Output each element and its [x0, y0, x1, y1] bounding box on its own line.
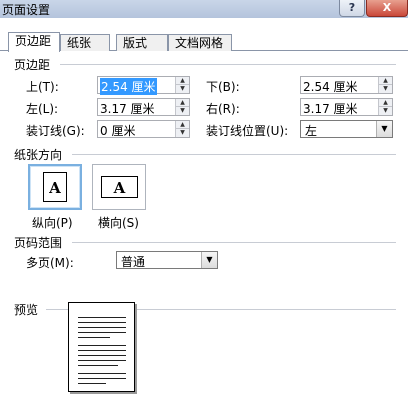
- bottom-margin-label: 下(B):: [206, 80, 240, 94]
- gutter-value: 0 厘米: [100, 124, 136, 138]
- bottom-margin-field[interactable]: 2.54 厘米 ▲ ▼: [300, 76, 393, 94]
- spin-arrows-icon[interactable]: ▲ ▼: [378, 77, 392, 93]
- right-margin-value: 3.17 厘米: [303, 102, 358, 116]
- preview-page: [68, 302, 135, 392]
- spin-arrows-icon[interactable]: ▲ ▼: [175, 77, 189, 93]
- spin-arrows-icon[interactable]: ▲ ▼: [175, 121, 189, 137]
- landscape-page-icon: A: [101, 176, 138, 198]
- gutter-field[interactable]: 0 厘米 ▲ ▼: [97, 120, 190, 138]
- top-margin-field[interactable]: 2.54 厘米 ▲ ▼: [97, 76, 190, 95]
- tab-paper[interactable]: 纸张: [60, 34, 110, 51]
- dropdown-arrow-icon[interactable]: ▼: [201, 252, 217, 268]
- spin-arrows-icon[interactable]: ▲ ▼: [378, 99, 392, 115]
- dropdown-arrow-icon[interactable]: ▼: [376, 121, 392, 137]
- multiple-pages-value: 普通: [121, 255, 146, 269]
- page-setup-dialog: 页边距 纸张 版式 文档网格 页边距 上(T): 2.54 厘米 ▲ ▼ 下(B)…: [0, 18, 408, 403]
- tab-margins[interactable]: 页边距: [8, 32, 60, 52]
- pages-group-label: 页码范围: [14, 236, 63, 250]
- right-margin-label: 右(R):: [206, 102, 240, 116]
- left-margin-value: 3.17 厘米: [100, 102, 155, 116]
- gutter-position-select[interactable]: 左 ▼: [300, 120, 393, 138]
- multiple-pages-label: 多页(M):: [26, 256, 74, 270]
- portrait-button[interactable]: A: [28, 164, 82, 210]
- top-margin-value: 2.54 厘米: [100, 78, 157, 95]
- left-margin-field[interactable]: 3.17 厘米 ▲ ▼: [97, 98, 190, 116]
- portrait-label[interactable]: 纵向(P): [32, 214, 73, 231]
- spin-arrows-icon[interactable]: ▲ ▼: [175, 99, 189, 115]
- multiple-pages-select[interactable]: 普通 ▼: [116, 251, 218, 269]
- tab-bar: 页边距 纸张 版式 文档网格: [0, 32, 408, 52]
- preview-group-label: 预览: [14, 303, 39, 317]
- bottom-margin-value: 2.54 厘米: [303, 80, 358, 94]
- gutter-position-value: 左: [305, 124, 318, 138]
- margins-group-label: 页边距: [14, 58, 51, 72]
- title-bar: 页面设置 ? X: [0, 0, 408, 18]
- gutter-label: 装订线(G):: [26, 124, 85, 138]
- top-margin-label: 上(T):: [26, 80, 59, 94]
- tab-layout[interactable]: 版式: [116, 34, 168, 51]
- right-margin-field[interactable]: 3.17 厘米 ▲ ▼: [300, 98, 393, 116]
- pages-divider: [72, 242, 396, 243]
- portrait-page-icon: A: [43, 172, 67, 202]
- gutter-position-label: 装订线位置(U):: [206, 124, 289, 138]
- left-margin-label: 左(L):: [26, 102, 59, 116]
- landscape-button[interactable]: A: [92, 164, 146, 210]
- margins-divider: [60, 64, 396, 65]
- landscape-label[interactable]: 横向(S): [98, 214, 139, 231]
- window-title: 页面设置: [2, 3, 51, 17]
- orientation-divider: [72, 154, 396, 155]
- close-button[interactable]: X: [366, 0, 408, 17]
- orientation-group-label: 纸张方向: [14, 148, 63, 162]
- help-button[interactable]: ?: [339, 0, 365, 17]
- tab-document-grid[interactable]: 文档网格: [168, 34, 232, 51]
